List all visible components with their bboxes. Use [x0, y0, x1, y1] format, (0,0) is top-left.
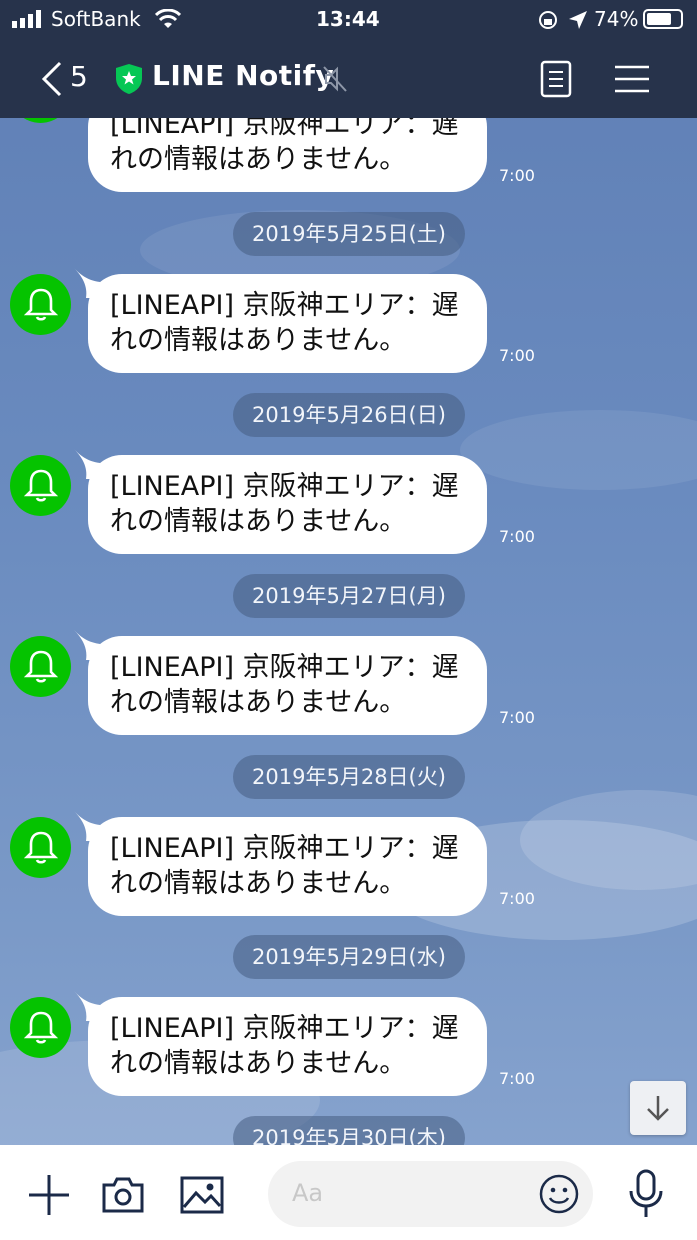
message-time: 7:00 — [499, 708, 535, 727]
bell-icon — [23, 469, 59, 502]
message-time: 7:00 — [499, 527, 535, 546]
message-text: [LINEAPI] 京阪神エリア：遅れの情報はありません。 — [110, 652, 459, 718]
notes-icon[interactable] — [540, 60, 572, 98]
message-input-placeholder: Aa — [292, 1179, 324, 1207]
message-text: [LINEAPI] 京阪神エリア：遅れの情報はありません。 — [110, 290, 459, 356]
message-bubble[interactable]: [LINEAPI] 京阪神エリア：遅れの情報はありません。 — [74, 630, 487, 735]
bell-icon — [23, 650, 59, 683]
message-bubble[interactable]: [LINEAPI] 京阪神エリア：遅れの情報はありません。 — [74, 811, 487, 916]
message-bubble[interactable]: [LINEAPI] 京阪神エリア：遅れの情報はありません。 — [74, 449, 487, 554]
composer-bar: Aa — [0, 1145, 697, 1240]
sender-avatar[interactable] — [10, 636, 71, 697]
rotation-lock-icon — [539, 11, 557, 29]
message-time: 7:00 — [499, 1069, 535, 1088]
image-icon[interactable] — [180, 1175, 224, 1215]
emoji-icon[interactable] — [538, 1173, 580, 1215]
shield-star-icon — [116, 64, 142, 94]
battery-icon — [643, 9, 683, 29]
plus-icon[interactable] — [27, 1173, 71, 1217]
bell-icon — [23, 1011, 59, 1044]
unread-count[interactable]: 5 — [70, 60, 88, 93]
signal-icon — [12, 10, 41, 28]
battery-percent: 74% — [594, 7, 639, 31]
chat-title[interactable]: LINE Notify — [152, 59, 334, 92]
sender-avatar[interactable] — [10, 817, 71, 878]
date-separator: 2019年5月29日(水) — [233, 935, 465, 979]
sender-avatar[interactable] — [10, 997, 71, 1058]
message-input[interactable]: Aa — [268, 1161, 593, 1227]
wifi-icon — [155, 9, 181, 28]
scroll-to-bottom-button[interactable] — [630, 1081, 686, 1135]
arrow-down-icon — [647, 1096, 669, 1121]
message-text: [LINEAPI] 京阪神エリア：遅れの情報はありません。 — [110, 1013, 459, 1079]
bell-icon — [23, 288, 59, 321]
message-bubble[interactable]: [LINEAPI] 京阪神エリア：遅れの情報はありません。 — [74, 991, 487, 1096]
status-bar: SoftBank 13:44 74% — [0, 0, 697, 40]
bell-icon — [23, 831, 59, 864]
menu-icon[interactable] — [614, 64, 650, 94]
date-separator: 2019年5月26日(日) — [233, 393, 465, 437]
message-bubble[interactable]: [LINEAPI] 京阪神エリア：遅れの情報はありません。 — [74, 268, 487, 373]
location-icon — [569, 11, 587, 29]
clock: 13:44 — [316, 7, 380, 31]
message-time: 7:00 — [499, 166, 535, 185]
mute-icon — [323, 66, 347, 92]
nav-bar: 5 LINE Notify — [0, 40, 697, 118]
mic-icon[interactable] — [628, 1169, 664, 1219]
date-separator: 2019年5月25日(土) — [233, 212, 465, 256]
message-text: [LINEAPI] 京阪神エリア：遅れの情報はありません。 — [110, 833, 459, 899]
message-text: [LINEAPI] 京阪神エリア：遅れの情報はありません。 — [110, 471, 459, 537]
date-separator: 2019年5月27日(月) — [233, 574, 465, 618]
date-separator: 2019年5月28日(火) — [233, 755, 465, 799]
sender-avatar[interactable] — [10, 274, 71, 335]
chat-header: SoftBank 13:44 74% 5 LINE Notify — [0, 0, 697, 118]
message-time: 7:00 — [499, 889, 535, 908]
message-time: 7:00 — [499, 346, 535, 365]
chevron-left-icon[interactable] — [38, 60, 64, 98]
camera-icon[interactable] — [101, 1175, 145, 1215]
carrier-label: SoftBank — [51, 7, 141, 31]
sender-avatar[interactable] — [10, 455, 71, 516]
